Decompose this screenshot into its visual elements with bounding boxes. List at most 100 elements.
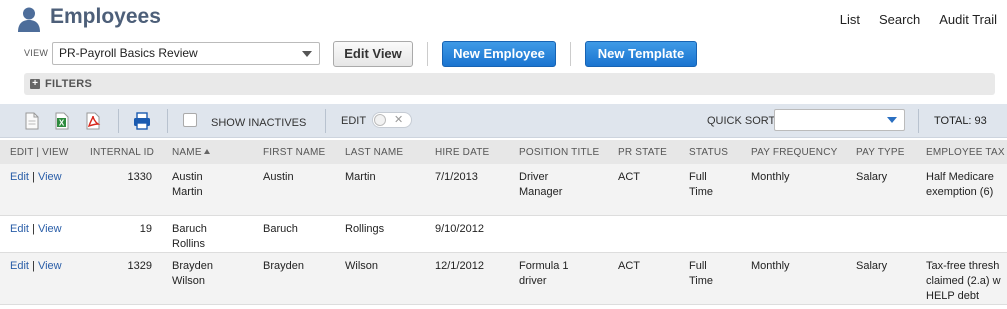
position-line: driver — [519, 274, 547, 287]
tax-line: exemption (6) — [926, 186, 994, 198]
tax-line: claimed (2.a) w — [926, 274, 1001, 287]
name-line: Brayden — [172, 259, 213, 272]
table-row: Edit | View 1329 Brayden Wilson Brayden W… — [0, 252, 1007, 304]
view-select[interactable]: PR-Payroll Basics Review — [52, 42, 320, 65]
view-link[interactable]: View — [38, 171, 62, 183]
last-name-cell: Wilson — [345, 259, 379, 272]
total-count: TOTAL: 93 — [934, 115, 987, 127]
divider — [570, 42, 571, 66]
divider — [325, 109, 326, 133]
view-link[interactable]: View — [38, 223, 62, 235]
nav-audit-trail-link[interactable]: Audit Trail — [939, 12, 997, 27]
column-header-pay-type[interactable]: PAY TYPE — [846, 140, 916, 164]
column-header-employee-tax[interactable]: EMPLOYEE TAX S — [916, 140, 1007, 164]
edit-view-button[interactable]: Edit View — [333, 41, 413, 67]
document-icon[interactable] — [24, 112, 40, 130]
employee-tax-cell: Tax-free thresh claimed (2.a) w HELP debt — [916, 252, 1007, 304]
table-row: Edit | View 1330 Austin Martin Austin Mar… — [0, 164, 1007, 215]
status-line: Time — [689, 274, 714, 287]
column-header-edit-view: EDIT | VIEW — [0, 140, 80, 164]
column-header-last-name[interactable]: LAST NAME — [335, 140, 425, 164]
list-toolbar: X SHOW INACTIVES EDIT ✕ QUICK SORT TOTAL… — [0, 104, 1007, 138]
page-header: Employees List Search Audit Trail — [0, 0, 1007, 38]
view-select-value: PR-Payroll Basics Review — [59, 46, 198, 60]
status-line: Time — [689, 186, 714, 198]
column-header-pay-frequency[interactable]: PAY FREQUENCY — [741, 140, 846, 164]
internal-id-cell: 1329 — [127, 259, 152, 272]
name-cell: Baruch Rollins — [162, 215, 253, 252]
employee-tax-cell: Half Medicare exemption (6) — [916, 164, 1007, 215]
quick-sort-label: QUICK SORT — [707, 115, 776, 127]
svg-text:X: X — [59, 119, 65, 128]
column-header-position-title[interactable]: POSITION TITLE — [509, 140, 608, 164]
name-cell: Brayden Wilson — [162, 252, 253, 304]
print-icon[interactable] — [133, 112, 151, 130]
page-title: Employees — [50, 5, 161, 28]
first-name-cell: Brayden — [263, 259, 304, 272]
position-title-cell: Formula 1 driver — [509, 252, 608, 304]
hire-date-cell: 9/10/2012 — [435, 222, 484, 235]
header-nav: List Search Audit Trail — [840, 12, 997, 27]
pay-type-cell — [846, 215, 916, 252]
tax-line: HELP debt — [926, 289, 980, 302]
status-line: Full — [689, 259, 707, 272]
employee-tax-cell — [916, 215, 1007, 252]
edit-toggle[interactable]: ✕ — [372, 112, 412, 128]
new-template-button[interactable]: New Template — [585, 41, 697, 67]
hire-date-cell: 7/1/2013 — [435, 171, 478, 183]
chevron-down-icon — [302, 51, 312, 57]
divider — [118, 109, 119, 133]
column-header-name[interactable]: NAME — [162, 140, 253, 164]
status-cell: Full Time — [679, 252, 741, 304]
status-cell — [679, 215, 741, 252]
filters-bar[interactable]: + FILTERS — [24, 73, 995, 95]
nav-list-link[interactable]: List — [840, 12, 860, 27]
column-header-hire-date[interactable]: HIRE DATE — [425, 140, 509, 164]
pay-frequency-cell: Monthly — [751, 259, 790, 272]
pdf-icon[interactable] — [85, 112, 101, 130]
edit-link[interactable]: Edit — [10, 260, 29, 272]
table-header-row: EDIT | VIEW INTERNAL ID NAME FIRST NAME … — [0, 140, 1007, 164]
show-inactives-checkbox[interactable] — [183, 113, 197, 127]
position-line: Manager — [519, 186, 563, 198]
name-cell: Austin Martin — [162, 164, 253, 215]
name-line: Baruch — [172, 222, 207, 235]
status-line: Full — [689, 171, 707, 183]
pay-type-cell: Salary — [856, 259, 888, 272]
column-header-pr-state[interactable]: PR STATE — [608, 140, 679, 164]
table-row: Edit | View 19 Baruch Rollins Baruch Roll… — [0, 215, 1007, 252]
internal-id-cell: 1330 — [127, 171, 152, 183]
edit-link[interactable]: Edit — [10, 223, 29, 235]
hire-date-cell: 12/1/2012 — [435, 259, 484, 272]
first-name-cell: Austin — [263, 171, 294, 183]
column-header-status[interactable]: STATUS — [679, 140, 741, 164]
tax-line: Tax-free thresh — [926, 259, 1000, 272]
view-link[interactable]: View — [38, 260, 62, 272]
new-employee-button[interactable]: New Employee — [442, 41, 556, 67]
column-header-name-label: NAME — [172, 146, 202, 158]
position-title-cell — [509, 215, 608, 252]
position-line: Driver — [519, 171, 549, 183]
edit-view-cell: Edit | View — [10, 171, 62, 183]
edit-link[interactable]: Edit — [10, 171, 29, 183]
pay-frequency-cell: Monthly — [751, 171, 790, 183]
tax-line: Half Medicare — [926, 171, 994, 183]
pay-frequency-cell — [741, 215, 846, 252]
nav-search-link[interactable]: Search — [879, 12, 920, 27]
chevron-down-icon — [887, 117, 897, 123]
excel-icon[interactable]: X — [54, 112, 70, 130]
edit-view-cell: Edit | View — [10, 222, 62, 235]
edit-view-cell: Edit | View — [10, 259, 62, 272]
column-header-first-name[interactable]: FIRST NAME — [253, 140, 335, 164]
plus-icon: + — [30, 79, 40, 89]
position-title-cell: Driver Manager — [509, 164, 608, 215]
divider — [427, 42, 428, 66]
position-line: Formula 1 — [519, 259, 569, 272]
show-inactives-label: SHOW INACTIVES — [211, 117, 307, 129]
divider — [918, 109, 919, 133]
column-header-internal-id[interactable]: INTERNAL ID — [80, 140, 162, 164]
name-line: Rollins — [172, 237, 206, 250]
quick-sort-select[interactable] — [774, 109, 905, 131]
pr-state-cell: ACT — [618, 259, 640, 272]
name-line: Austin — [172, 171, 203, 183]
